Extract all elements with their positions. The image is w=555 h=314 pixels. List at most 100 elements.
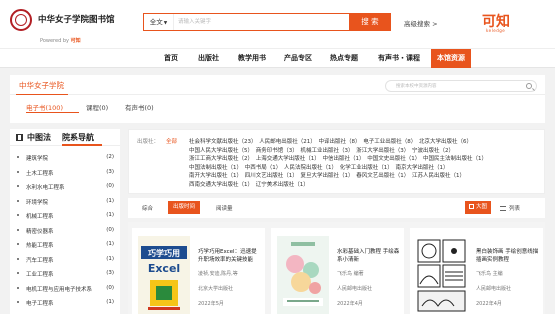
tab-courses[interactable]: 课程(0) [86,102,108,112]
nav-item-home[interactable]: 首页 [164,49,178,68]
search-scope-label: 全文 [149,18,163,26]
book-date: 2022年5月 [198,301,224,307]
tab-zhongtu[interactable]: 中图法 [27,132,51,143]
view-grid-label: 大图 [475,204,487,210]
publisher-filter: 出版社： 全部 社会科学文献出版社（23） 人民邮电出版社（21） 中译出版社（… [128,129,545,194]
filter-row[interactable]: 南开大学出版社（1） 四川文艺出版社（1） 复旦大学出版社（1） 春风文艺出版社… [189,171,465,179]
keledge-logo[interactable]: 可知 keledge [482,8,548,36]
sidebar-item-count: (1) [106,212,114,218]
sidebar-item[interactable]: 环境学院 (1) [10,195,120,209]
nav-item-publishers[interactable]: 出版社 [198,49,219,68]
book-cover[interactable] [277,236,329,314]
filter-all[interactable]: 全部 [166,137,177,145]
sidebar-item-label: 电机工程与应用电子技术系 [26,286,93,293]
book-publisher: 北京大学出版社 [198,286,234,292]
filter-row[interactable]: 中国人民大学出版社（5） 商务印书馆（3） 机械工业出版社（3） 浙江大学出版社… [189,146,454,154]
search-input[interactable] [178,14,358,30]
category-sidebar: 中图法 院系导航 建筑学院 (2) 土木工程系 (3) 水利水电工程系 (0) 环境学… [10,129,120,314]
sort-bar: 综合 出版时间 阅读量 大图 列表 [128,198,545,218]
sidebar-item-label: 电子工程系 [26,301,54,307]
list-icon [500,206,506,211]
book-author: 飞乐鸟 主编 [476,271,503,277]
sidebar-tabs: 中图法 院系导航 [10,129,120,146]
main-search-box: 全文▼ 搜 索 [143,13,391,31]
sidebar-item[interactable]: 工业工程系 (3) [10,267,120,281]
sidebar-item-label: 热能工程系 [26,243,54,249]
grid-icon [468,204,474,209]
tab-audiobooks[interactable]: 有声书(0) [125,102,154,112]
school-search-placeholder: 搜索本校中资源内容 [396,84,437,89]
school-panel: 中华女子学院 搜索本校中资源内容 电子书(100) 课程(0) 有声书(0) [10,75,545,123]
view-grid-button[interactable]: 大图 [465,201,491,214]
sidebar-item-count: (1) [106,197,114,204]
search-button[interactable]: 搜 索 [349,13,391,31]
sidebar-item[interactable]: 热能工程系 (1) [10,238,120,252]
sidebar-item-label: 水利水电工程系 [26,185,65,191]
book-title[interactable]: 黑白装饰画 手绘创意线描插画实例教程 [476,248,540,264]
book-card[interactable]: 黑白装饰画 手绘创意线描插画实例教程 飞乐鸟 主编 人民邮电出版社 2022年4… [410,228,543,314]
search-icon[interactable] [526,83,532,89]
sidebar-item-label: 建筑学院 [26,156,49,162]
library-logo-icon[interactable] [10,9,32,31]
book-cover[interactable]: 巧学巧用 Excel [138,236,190,314]
filter-row[interactable]: 浙江工商大学出版社（2） 上海交通大学出版社（1） 中信出版社（1） 中国文史出… [189,154,487,162]
filter-row[interactable]: 中国法制出版社（1） 中西书局（1） 人民法院出版社（1） 化学工业出版社（1）… [189,163,449,171]
book-author: 凌祯,安迪,陈丹,等 [198,271,238,277]
sidebar-item-count: (1) [106,299,114,305]
book-date: 2022年4月 [476,301,502,307]
sidebar-item-count: (3) [106,168,114,175]
sidebar-item-count: (0) [106,284,114,291]
powered-by: Powered by 可知 [40,37,81,44]
search-scope-select[interactable]: 全文▼ [144,14,174,30]
sidebar-item[interactable]: 汽车工程系 (1) [10,253,120,267]
svg-text:Excel: Excel [148,262,180,275]
book-card[interactable]: 水彩基础入门教程 手绘森系小清新 飞乐鸟 编著 人民邮电出版社 2022年4月 [271,228,404,314]
chevron-down-icon: ▼ [163,21,168,26]
sort-read-count[interactable]: 阅读量 [216,204,233,212]
book-title[interactable]: 巧学巧用Excel：迅速提升职场效率的关键技能 [198,248,262,264]
main-nav: 首页 出版社 教学用书 产品专区 热点专题 有声书・课程 本馆资源 [0,48,555,68]
book-grid: 巧学巧用 Excel 巧学巧用Excel：迅速提升职场效率的关键技能 凌祯,安迪… [128,222,545,314]
sidebar-item-count: (3) [106,270,114,276]
book-card[interactable]: 巧学巧用 Excel 巧学巧用Excel：迅速提升职场效率的关键技能 凌祯,安迪… [132,228,265,314]
book-title[interactable]: 水彩基础入门教程 手绘森系小清新 [337,248,401,264]
school-search-box[interactable]: 搜索本校中资源内容 [385,80,537,92]
book-icon [16,134,23,141]
sidebar-item[interactable]: 建筑学院 (2) [10,151,120,165]
svg-text:巧学巧用: 巧学巧用 [148,248,180,258]
school-tab[interactable]: 中华女子学院 [19,80,64,91]
nav-item-topics[interactable]: 热点专题 [330,49,358,68]
sidebar-item-label: 汽车工程系 [26,257,54,264]
sidebar-item-label: 工业工程系 [26,272,54,278]
nav-item-products[interactable]: 产品专区 [284,49,312,68]
school-divider [10,94,545,95]
tab-ebooks[interactable]: 电子书(100) [26,102,63,112]
powered-brand: 可知 [70,38,81,44]
sidebar-item[interactable]: 电子工程系 (1) [10,296,120,310]
library-title[interactable]: 中华女子学院图书馆 [38,13,115,25]
sidebar-item[interactable]: 水利水电工程系 (0) [10,180,120,194]
advanced-search-link[interactable]: 高级搜索 > [404,18,438,28]
tab-active-underline [26,112,79,113]
site-header: 中华女子学院图书馆 Powered by 可知 全文▼ 搜 索 高级搜索 > 可… [0,0,555,48]
sidebar-item[interactable]: 电机工程与应用电子技术系 (0) [10,282,120,296]
sidebar-item-label: 机械工程系 [26,214,54,220]
sidebar-item[interactable]: 精密仪器系 (0) [10,224,120,238]
filter-row[interactable]: 社会科学文献出版社（23） 人民邮电出版社（21） 中译出版社（8） 电子工业出… [189,137,472,145]
sidebar-item-label: 环境学院 [26,199,49,206]
sort-comprehensive[interactable]: 综合 [142,204,153,212]
sidebar-item[interactable]: 土木工程系 (3) [10,166,120,180]
book-publisher: 人民邮电出版社 [337,286,373,292]
nav-item-audio[interactable]: 有声书・课程 [378,49,420,68]
sidebar-item-count: (0) [106,226,114,233]
view-list-label: 列表 [509,206,521,212]
nav-item-library-resources[interactable]: 本馆资源 [431,49,471,68]
sort-publish-time[interactable]: 出版时间 [168,201,201,214]
view-list-button[interactable]: 列表 [500,204,520,212]
book-cover[interactable] [416,236,468,314]
nav-item-textbooks[interactable]: 教学用书 [238,49,266,68]
powered-prefix: Powered by [40,38,69,44]
sidebar-item[interactable]: 机械工程系 (1) [10,209,120,223]
tab-department-nav[interactable]: 院系导航 [62,132,94,143]
filter-row[interactable]: 西南交通大学出版社（1） 辽宁美术出版社（1） [189,180,309,188]
